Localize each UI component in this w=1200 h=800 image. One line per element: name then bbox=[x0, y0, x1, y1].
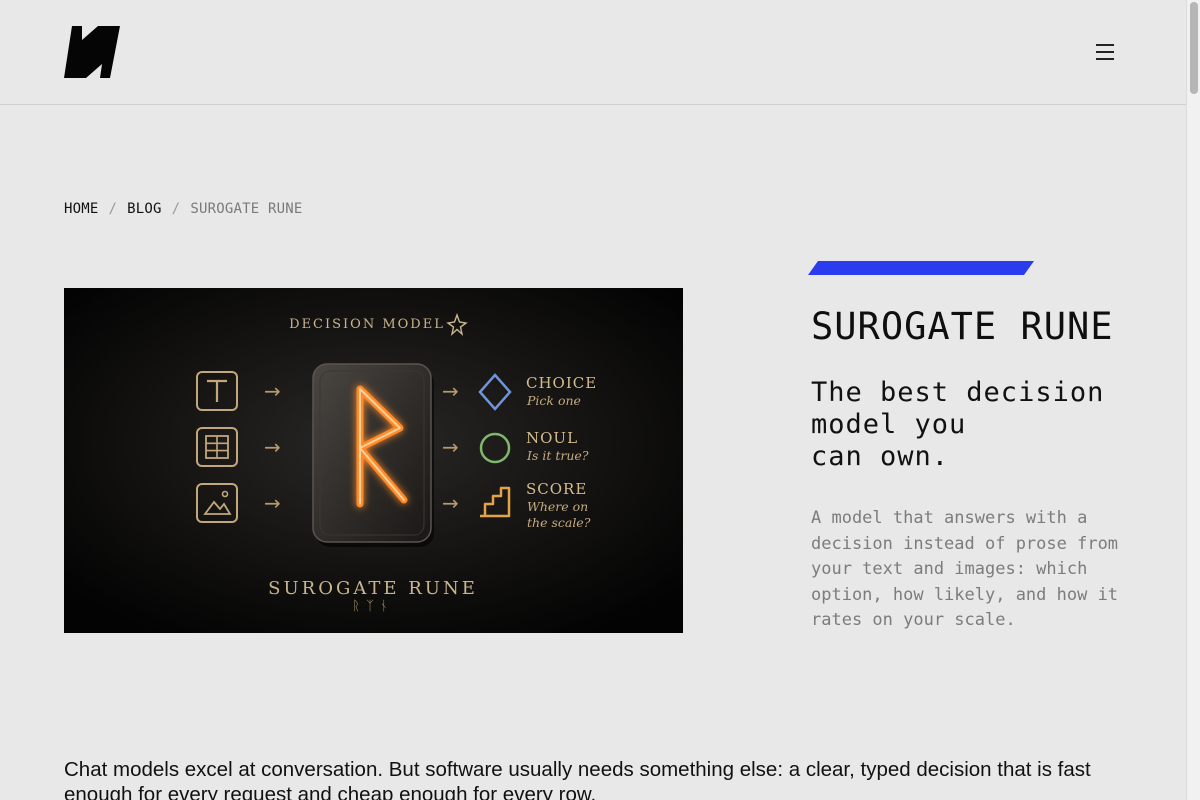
input-arrow: → bbox=[264, 435, 281, 459]
accent-bar bbox=[808, 261, 1034, 275]
output-label-noul: NOUL bbox=[526, 429, 578, 447]
hero-image: DECISION MODEL → → → → → → CHOICE Pick o… bbox=[64, 288, 683, 633]
hero-heading: DECISION MODEL bbox=[289, 317, 445, 332]
input-arrow: → bbox=[264, 491, 281, 515]
output-arrow: → bbox=[442, 435, 459, 459]
output-sub-choice: Pick one bbox=[526, 393, 581, 408]
hero-name: SUROGATE RUNE bbox=[268, 578, 478, 599]
page-subtitle: The best decision model you can own. bbox=[811, 377, 1105, 472]
hamburger-menu-icon[interactable] bbox=[1094, 40, 1118, 64]
breadcrumb-separator: / bbox=[108, 201, 118, 217]
page-title: SUROGATE RUNE bbox=[811, 305, 1114, 348]
breadcrumb: HOME / BLOG / SUROGATE RUNE bbox=[64, 201, 303, 217]
input-arrow: → bbox=[264, 379, 281, 403]
output-sub-noul: Is it true? bbox=[526, 448, 589, 463]
article-body: Chat models excel at conversation. But s… bbox=[64, 758, 1091, 800]
scrollbar-thumb[interactable] bbox=[1190, 2, 1198, 94]
brand-logo-icon[interactable] bbox=[64, 24, 120, 80]
breadcrumb-separator: / bbox=[171, 201, 181, 217]
site-header bbox=[0, 0, 1186, 105]
breadcrumb-blog-link[interactable]: BLOG bbox=[127, 201, 162, 217]
rune-stone bbox=[312, 363, 434, 547]
output-label-score: SCORE bbox=[526, 480, 587, 498]
breadcrumb-home-link[interactable]: HOME bbox=[64, 201, 99, 217]
output-label-choice: CHOICE bbox=[526, 374, 597, 392]
breadcrumb-current: SUROGATE RUNE bbox=[190, 201, 303, 217]
hero-runes: ᚱᛉᚾ bbox=[352, 599, 393, 614]
output-arrow: → bbox=[442, 491, 459, 515]
page-scrollbar[interactable] bbox=[1186, 0, 1200, 800]
output-sub-score: Where on the scale? bbox=[527, 499, 592, 530]
output-arrow: → bbox=[442, 379, 459, 403]
page-description: A model that answers with a decision ins… bbox=[811, 508, 1119, 631]
